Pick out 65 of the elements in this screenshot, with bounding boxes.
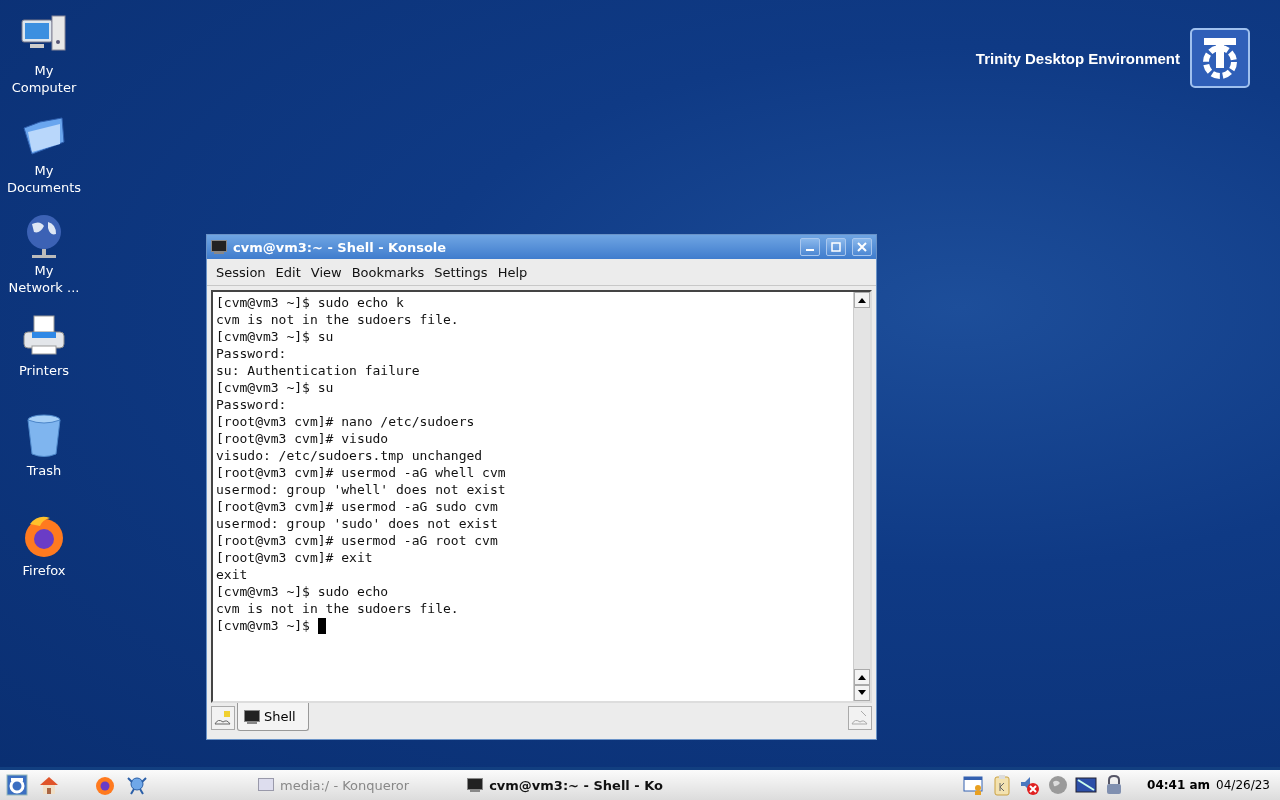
terminal-line: [root@vm3 cvm]# usermod -aG sudo cvm	[216, 498, 498, 515]
clock-time: 04:41 am	[1147, 778, 1211, 792]
up-arrow-icon	[858, 297, 866, 303]
menu-item[interactable]: View	[305, 261, 347, 283]
terminal-line: [root@vm3 cvm]# exit	[216, 549, 373, 566]
terminal-line: [cvm@vm3 ~]$	[216, 617, 311, 634]
network-icon	[126, 774, 148, 796]
minimize-icon	[806, 249, 814, 251]
down-arrow-icon	[858, 690, 866, 696]
close-session-icon	[851, 710, 869, 726]
terminal-line: [cvm@vm3 ~]$ su	[216, 379, 334, 396]
window-icon	[258, 778, 274, 792]
desktop-icon-label[interactable]: My Computer	[11, 62, 77, 96]
maximize-button[interactable]	[826, 238, 846, 256]
terminal-line: [root@vm3 cvm]# visudo	[216, 430, 389, 447]
terminal-line: exit	[216, 566, 248, 583]
desktop-icon-label[interactable]: My Network ...	[8, 262, 80, 296]
launcher-button[interactable]	[4, 772, 30, 798]
terminal-line: [cvm@vm3 ~]$ sudo echo k	[216, 294, 404, 311]
scroll-up-button[interactable]	[854, 669, 870, 685]
globe-icon	[1047, 774, 1070, 796]
session-tab[interactable]: Shell	[237, 703, 309, 731]
menu-item[interactable]: Bookmarks	[346, 261, 430, 283]
menu-item[interactable]: Session	[211, 261, 271, 283]
terminal-line: usermod: group 'sudo' does not exist	[216, 515, 498, 532]
terminal-line: cvm is not in the sudoers file.	[216, 311, 459, 328]
scroll-up-button[interactable]	[854, 292, 870, 308]
menu-item[interactable]: Settings	[429, 261, 493, 283]
window-user-icon	[963, 774, 986, 796]
desktop-icon-label[interactable]: Trash	[26, 462, 62, 479]
terminal-line: cvm is not in the sudoers file.	[216, 600, 459, 617]
branding-text: Trinity Desktop Environment	[975, 49, 1180, 67]
desktop-icon-label[interactable]: Printers	[19, 362, 69, 379]
gear-icon	[6, 774, 28, 796]
clock-date: 04/26/23	[1216, 778, 1270, 792]
text-cursor	[317, 617, 326, 634]
terminal-icon	[467, 778, 484, 792]
close-button[interactable]	[852, 238, 872, 256]
desktop-icon-label[interactable]: My Documents	[6, 162, 82, 196]
terminal-line: su: Authentication failure	[216, 362, 420, 379]
close-icon	[857, 242, 867, 252]
terminal-icon	[211, 240, 227, 254]
terminal-line: [root@vm3 cvm]# usermod -aG whell cvm	[216, 464, 506, 481]
new-session-icon	[214, 710, 232, 726]
terminal-line: visudo: /etc/sudoers.tmp unchanged	[216, 447, 483, 464]
monitor-icon	[1075, 774, 1098, 796]
terminal-line: Password:	[216, 345, 287, 362]
up-arrow-icon	[858, 674, 866, 680]
firefox-icon	[94, 774, 116, 796]
terminal-line: [root@vm3 cvm]# nano /etc/sudoers	[216, 413, 475, 430]
terminal-line: [root@vm3 cvm]# usermod -aG root cvm	[216, 532, 498, 549]
menu-item[interactable]: Help	[492, 261, 533, 283]
minimize-button[interactable]	[800, 238, 820, 256]
maximize-icon	[831, 242, 841, 252]
desktop-icon-label[interactable]: Firefox	[22, 562, 66, 579]
terminal-line: [cvm@vm3 ~]$ sudo echo	[216, 583, 389, 600]
taskbar-task[interactable]: cvm@vm3:~ - Shell - Ko	[461, 772, 670, 798]
terminal-icon	[244, 709, 260, 724]
home-icon	[38, 774, 60, 796]
scroll-down-button[interactable]	[854, 685, 870, 701]
terminal-line: [cvm@vm3 ~]$ su	[216, 328, 334, 345]
window-title: cvm@vm3:~ - Shell - Konsole	[233, 239, 448, 255]
terminal-line: usermod: group 'whell' does not exist	[216, 481, 506, 498]
menu-item[interactable]: Edit	[270, 261, 306, 283]
terminal-line: Password:	[216, 396, 287, 413]
